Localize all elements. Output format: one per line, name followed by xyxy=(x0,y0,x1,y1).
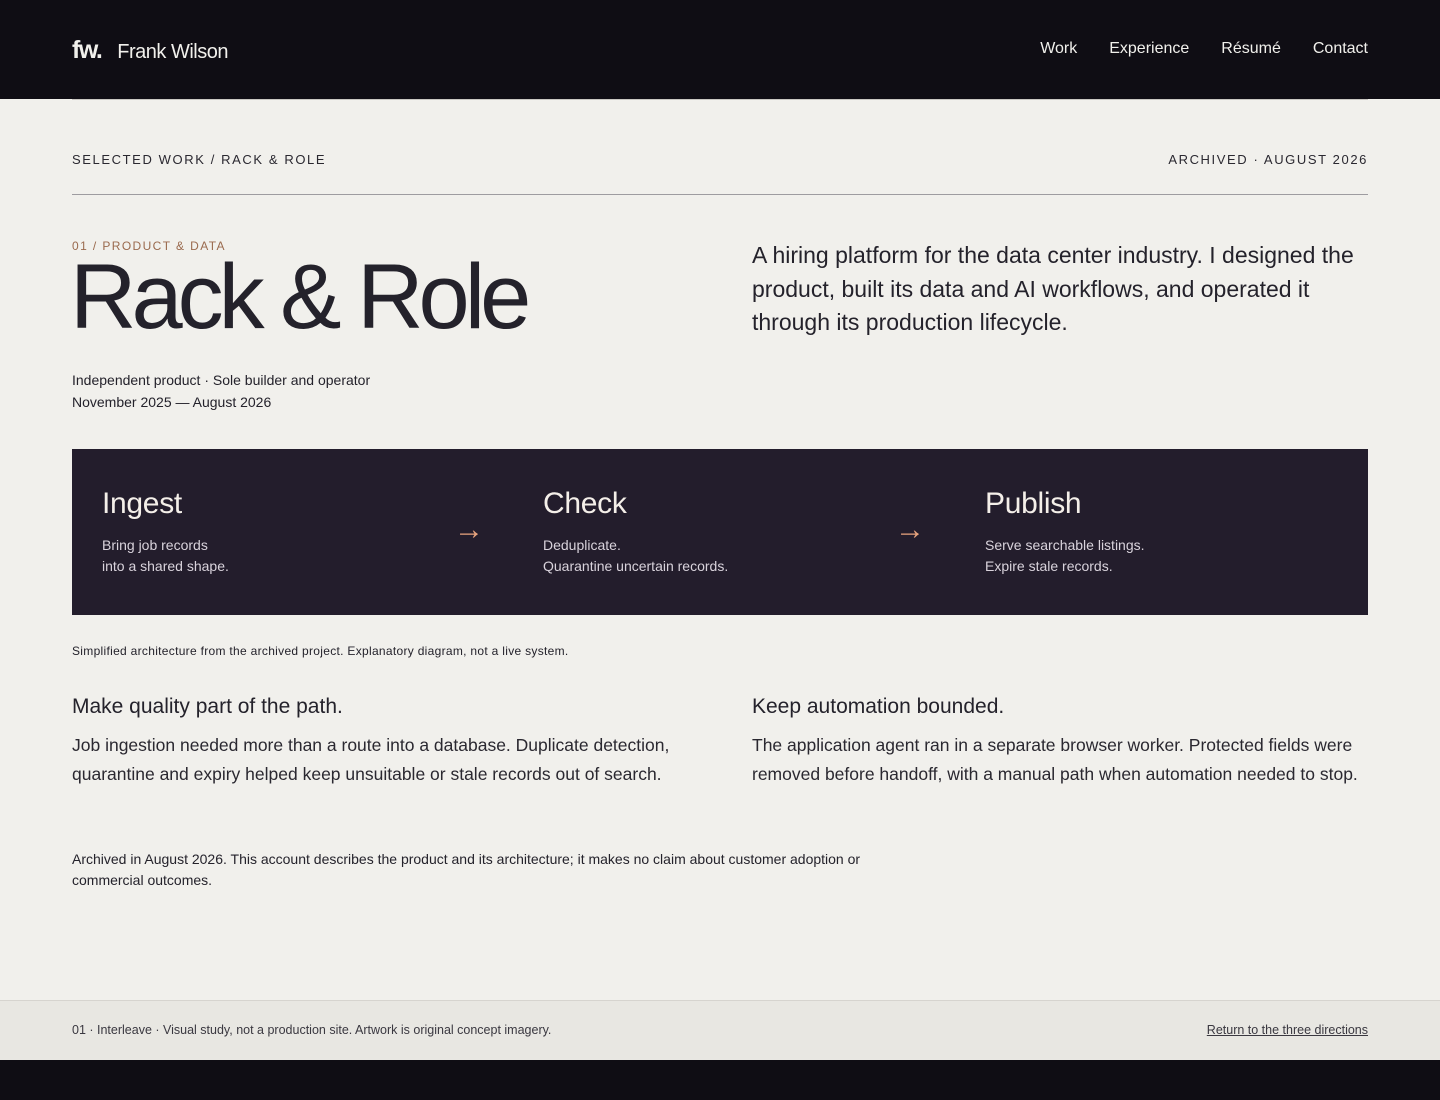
page-title: Rack & Role xyxy=(70,246,531,348)
nav-work[interactable]: Work xyxy=(1040,40,1077,58)
section-automation: Keep automation bounded. The application… xyxy=(752,695,1368,789)
diagram-caption: Simplified architecture from the archive… xyxy=(72,644,569,658)
archive-status: ARCHIVED · AUGUST 2026 xyxy=(1168,152,1368,167)
step-title: Check xyxy=(543,487,627,520)
nav-experience[interactable]: Experience xyxy=(1109,40,1189,58)
step-title: Publish xyxy=(985,487,1082,520)
step-description: Bring job records into a shared shape. xyxy=(102,535,229,577)
step-description: Deduplicate. Quarantine uncertain record… xyxy=(543,535,728,577)
logo-mark[interactable]: fw. xyxy=(72,36,103,65)
main-nav: Work Experience Résumé Contact xyxy=(1040,40,1368,58)
project-role: Independent product · Sole builder and o… xyxy=(72,372,371,388)
nav-resume[interactable]: Résumé xyxy=(1221,40,1281,58)
step-desc-line: Bring job records xyxy=(102,537,208,553)
step-description: Serve searchable listings. Expire stale … xyxy=(985,535,1145,577)
site-footer: 01 · Interleave · Visual study, not a pr… xyxy=(0,1000,1440,1060)
project-lede: A hiring platform for the data center in… xyxy=(752,242,1354,335)
project-meta: Independent product · Sole builder and o… xyxy=(72,369,370,413)
section-heading: Make quality part of the path. xyxy=(72,695,343,718)
arrow-right-icon: → xyxy=(454,513,484,546)
section-heading: Keep automation bounded. xyxy=(752,695,1005,718)
step-desc-line: Quarantine uncertain records. xyxy=(543,558,729,574)
project-page: SELECTED WORK / RACK & ROLE ARCHIVED · A… xyxy=(0,99,1440,1000)
bottom-band xyxy=(0,1060,1440,1100)
brand[interactable]: fw. Frank Wilson xyxy=(72,36,228,65)
brand-name[interactable]: Frank Wilson xyxy=(117,41,228,64)
section-quality: Make quality part of the path. Job inges… xyxy=(72,695,692,789)
step-title: Ingest xyxy=(102,487,182,520)
archive-note: Archived in August 2026. This account de… xyxy=(72,851,861,888)
architecture-diagram: Ingest Bring job records into a shared s… xyxy=(72,449,1368,615)
breadcrumb: SELECTED WORK / RACK & ROLE xyxy=(72,152,327,167)
step-ingest: Ingest Bring job records into a shared s… xyxy=(102,487,229,577)
footer-disclaimer: 01 · Interleave · Visual study, not a pr… xyxy=(72,1023,552,1037)
top-divider xyxy=(72,99,1368,100)
step-publish: Publish Serve searchable listings. Expir… xyxy=(985,487,1145,577)
site-header: fw. Frank Wilson Work Experience Résumé … xyxy=(0,0,1440,99)
section-divider xyxy=(72,194,1368,195)
step-desc-line: Serve searchable listings. xyxy=(985,537,1145,553)
step-check: Check Deduplicate. Quarantine uncertain … xyxy=(543,487,728,577)
section-body: Job ingestion needed more than a route i… xyxy=(72,735,670,784)
section-body: The application agent ran in a separate … xyxy=(752,735,1358,784)
return-link[interactable]: Return to the three directions xyxy=(1207,1023,1368,1037)
step-desc-line: into a shared shape. xyxy=(102,558,229,574)
arrow-right-icon: → xyxy=(895,513,925,546)
step-desc-line: Deduplicate. xyxy=(543,537,621,553)
step-desc-line: Expire stale records. xyxy=(985,558,1113,574)
project-dates: November 2025 — August 2026 xyxy=(72,394,272,410)
nav-contact[interactable]: Contact xyxy=(1313,40,1368,58)
